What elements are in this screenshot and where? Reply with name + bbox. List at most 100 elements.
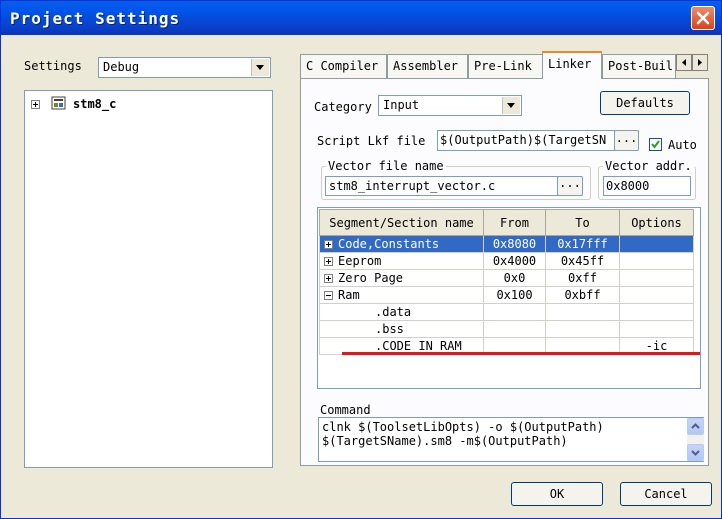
tab-c-compiler[interactable]: C Compiler xyxy=(300,54,387,78)
segment-name: Zero Page xyxy=(338,271,404,285)
close-button[interactable] xyxy=(691,6,715,30)
project-tree[interactable]: stm8_c xyxy=(24,90,273,468)
segment-from[interactable]: 0x100 xyxy=(483,286,546,304)
defaults-button[interactable]: Defaults xyxy=(600,91,690,115)
command-textarea[interactable]: clnk $(ToolsetLibOpts) -o $(OutputPath) $… xyxy=(318,417,704,462)
arrow-down-icon xyxy=(691,450,700,456)
segment-options[interactable] xyxy=(619,235,694,253)
annotation-underline xyxy=(342,352,700,355)
segment-to[interactable] xyxy=(545,303,620,321)
vector-addr-value: 0x8000 xyxy=(606,179,650,193)
window-title: Project Settings xyxy=(10,9,181,28)
table-row[interactable]: Code,Constants 0x8080 0x17fff xyxy=(319,235,694,253)
table-row[interactable]: Ram 0x100 0xbff xyxy=(319,286,694,304)
tab-post-build[interactable]: Post-Buil xyxy=(602,54,676,78)
column-header-name[interactable]: Segment/Section name xyxy=(319,209,484,236)
table-cell: Zero Page xyxy=(319,269,484,287)
segment-name: Eeprom xyxy=(338,254,382,268)
table-cell: Ram xyxy=(319,286,484,304)
segment-name: Code,Constants xyxy=(338,237,440,251)
project-settings-dialog: Project Settings Settings Debug stm8_c C… xyxy=(0,0,722,519)
command-line: clnk $(ToolsetLibOpts) -o $(OutputPath) xyxy=(322,420,604,434)
segment-from[interactable]: 0x0 xyxy=(483,269,546,287)
tab-label: Post-Buil xyxy=(608,59,674,73)
segment-to[interactable]: 0xbff xyxy=(545,286,620,304)
tab-label: Assembler xyxy=(393,59,459,73)
script-lkf-input[interactable]: $(OutputPath)$(TargetSN xyxy=(437,130,615,151)
vector-addr-label: Vector addr. xyxy=(603,159,694,173)
script-browse-button[interactable]: ... xyxy=(614,130,639,151)
segment-options[interactable] xyxy=(619,269,694,287)
segment-from[interactable] xyxy=(483,303,546,321)
settings-label: Settings xyxy=(24,59,82,73)
command-label: Command xyxy=(320,403,371,417)
section-name: .data xyxy=(319,303,484,321)
category-label: Category xyxy=(314,100,372,114)
title-bar[interactable]: Project Settings xyxy=(1,1,721,35)
tab-assembler[interactable]: Assembler xyxy=(387,54,468,78)
tab-pre-link[interactable]: Pre-Link xyxy=(468,54,543,78)
table-cell: Eeprom xyxy=(319,252,484,270)
browse-label: ... xyxy=(559,176,581,190)
close-icon xyxy=(696,11,710,25)
segment-options[interactable] xyxy=(619,286,694,304)
vector-browse-button[interactable]: ... xyxy=(557,176,583,196)
segment-options[interactable] xyxy=(619,252,694,270)
vector-addr-input[interactable]: 0x8000 xyxy=(603,176,691,196)
table-row[interactable]: .bss xyxy=(319,320,694,338)
command-scrollbar[interactable] xyxy=(687,418,704,461)
arrow-up-icon xyxy=(691,423,700,429)
ok-label: OK xyxy=(549,487,565,501)
script-lkf-label: Script Lkf file xyxy=(317,134,426,148)
settings-combo[interactable]: Debug xyxy=(98,57,271,78)
tab-linker[interactable]: Linker xyxy=(542,51,602,79)
tab-scroll-right-button[interactable] xyxy=(692,54,708,71)
chevron-down-icon[interactable] xyxy=(251,59,269,76)
segment-from[interactable] xyxy=(483,320,546,338)
segment-options[interactable] xyxy=(619,303,694,321)
segment-from[interactable]: 0x8080 xyxy=(483,235,546,253)
category-combo[interactable]: Input xyxy=(378,95,522,116)
script-lkf-value: $(OutputPath)$(TargetSN xyxy=(440,133,607,147)
segment-to[interactable] xyxy=(545,320,620,338)
cancel-label: Cancel xyxy=(644,487,688,501)
segment-to[interactable]: 0x17fff xyxy=(545,235,620,253)
collapse-icon[interactable] xyxy=(324,291,333,300)
category-value: Input xyxy=(383,98,420,112)
column-header-from[interactable]: From xyxy=(483,209,546,236)
ok-button[interactable]: OK xyxy=(511,482,603,506)
tree-expand-icon[interactable] xyxy=(31,100,40,109)
segment-from[interactable]: 0x4000 xyxy=(483,252,546,270)
settings-value: Debug xyxy=(103,60,140,74)
segment-to[interactable]: 0x45ff xyxy=(545,252,620,270)
tab-label: Pre-Link xyxy=(474,59,532,73)
expand-icon[interactable] xyxy=(324,274,333,283)
vector-file-label: Vector file name xyxy=(326,159,446,173)
column-header-to[interactable]: To xyxy=(545,209,620,236)
browse-label: ... xyxy=(615,131,638,145)
segment-options[interactable] xyxy=(619,320,694,338)
project-icon xyxy=(51,96,66,110)
column-header-options[interactable]: Options xyxy=(619,209,694,236)
auto-checkbox[interactable] xyxy=(649,138,662,151)
tree-root-label[interactable]: stm8_c xyxy=(73,97,116,111)
tab-scroll-left-button[interactable] xyxy=(676,54,692,71)
table-row[interactable]: Zero Page 0x0 0xff xyxy=(319,269,694,287)
vector-file-value: stm8_interrupt_vector.c xyxy=(329,179,496,193)
segment-grid[interactable]: Segment/Section name From To Options Cod… xyxy=(317,207,701,389)
chevron-down-icon[interactable] xyxy=(502,97,520,114)
table-row[interactable]: Eeprom 0x4000 0x45ff xyxy=(319,252,694,270)
expand-icon[interactable] xyxy=(324,240,333,249)
cancel-button[interactable]: Cancel xyxy=(620,482,712,506)
tab-label: Linker xyxy=(548,57,592,71)
scroll-up-button[interactable] xyxy=(687,418,704,435)
segment-name: Ram xyxy=(338,288,360,302)
segment-table: Segment/Section name From To Options Cod… xyxy=(319,209,694,355)
command-line: $(TargetSName).sm8 -m$(OutputPath) xyxy=(322,434,568,448)
segment-to[interactable]: 0xff xyxy=(545,269,620,287)
vector-file-input[interactable]: stm8_interrupt_vector.c xyxy=(325,176,558,196)
scroll-down-button[interactable] xyxy=(687,444,704,461)
expand-icon[interactable] xyxy=(324,257,333,266)
defaults-label: Defaults xyxy=(616,96,674,110)
table-row[interactable]: .data xyxy=(319,303,694,321)
